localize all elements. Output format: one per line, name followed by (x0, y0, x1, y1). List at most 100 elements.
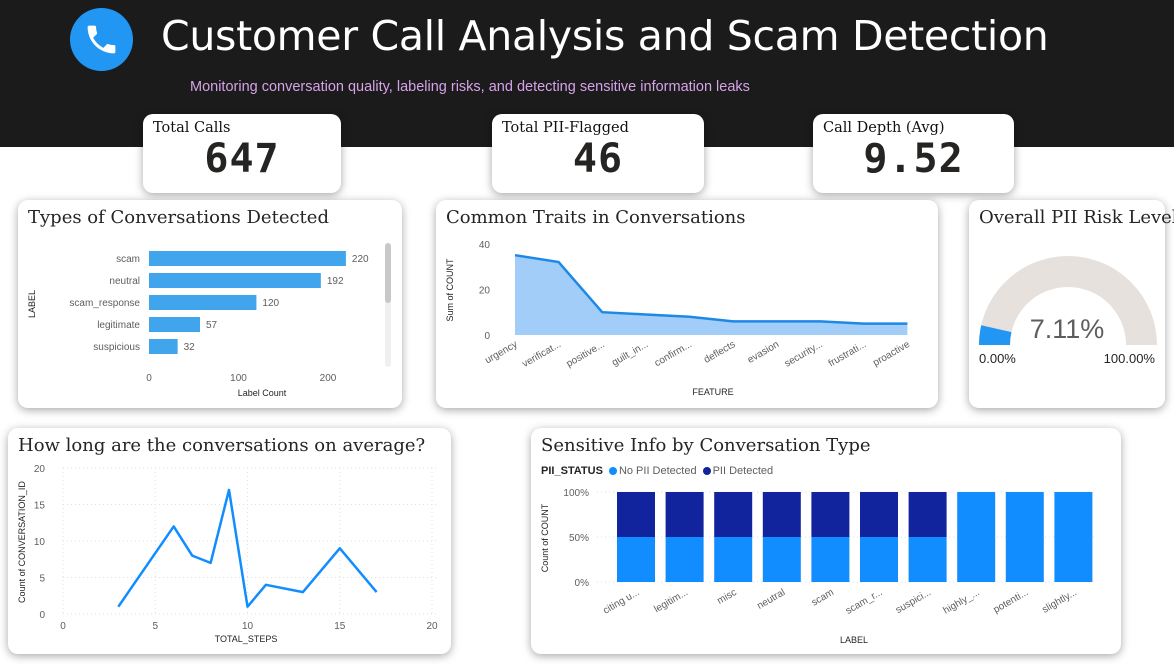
bar[interactable] (149, 273, 321, 288)
kpi-value: 46 (572, 136, 624, 182)
common-traits-card[interactable]: Common Traits in Conversations Sum of CO… (436, 200, 938, 408)
length-line-chart: Count of CONVERSATION_ID TOTAL_STEPS 0 5 1… (17, 464, 438, 644)
bar-no-pii[interactable] (762, 537, 801, 582)
page-subtitle: Monitoring conversation quality, labelin… (190, 79, 750, 95)
y-axis-title: Count of COUNT (540, 503, 550, 572)
y-tick-label: 5 (39, 574, 45, 585)
y-tick-label: 0% (575, 578, 590, 589)
page-title: Customer Call Analysis and Scam Detectio… (161, 12, 1049, 60)
bar-no-pii[interactable] (1005, 492, 1044, 582)
data-label: 32 (184, 342, 196, 353)
x-tick-label: deflects (702, 339, 737, 366)
x-axis-title: FEATURE (692, 387, 733, 397)
x-tick-label: 0 (60, 621, 66, 632)
bar-no-pii[interactable] (908, 537, 947, 582)
x-axis-title: Label Count (238, 388, 287, 398)
kpi-card-call-depth[interactable]: Call Depth (Avg) 9.52 (813, 114, 1014, 193)
y-tick-label: scam (116, 254, 140, 265)
x-axis-title: TOTAL_STEPS (215, 634, 278, 644)
x-tick-label: positive... (565, 339, 607, 370)
x-tick-label: proactive (871, 339, 912, 369)
traits-area-chart: Sum of COUNT FEATURE 0 20 40 urgency verific… (445, 240, 912, 397)
bar-no-pii[interactable] (1054, 492, 1093, 582)
pii-risk-gauge-card[interactable]: Overall PII Risk Level 7.11% 0.00% 100.0… (969, 200, 1174, 408)
x-tick-label: neutral (755, 587, 787, 612)
y-tick-label: 20 (34, 464, 46, 475)
kpi-label: Call Depth (Avg) (823, 120, 945, 136)
x-axis-title: LABEL (840, 635, 868, 645)
phone-icon (70, 8, 133, 71)
bar-pii[interactable] (762, 492, 801, 537)
y-tick-label: 100% (563, 488, 589, 499)
y-tick-label: neutral (109, 276, 140, 287)
data-label: 57 (206, 320, 218, 331)
scrollbar-thumb[interactable] (385, 243, 391, 303)
bar-pii[interactable] (714, 492, 753, 537)
y-axis-title: Sum of COUNT (445, 258, 455, 322)
bar-pii[interactable] (908, 492, 947, 537)
kpi-card-total-calls[interactable]: Total Calls 647 (143, 114, 341, 193)
data-label: 220 (352, 254, 369, 265)
y-tick-label: 20 (479, 285, 491, 296)
x-tick-label: legitim... (652, 587, 690, 615)
x-tick-label: scam (810, 587, 836, 608)
x-tick-label: highly_... (942, 587, 982, 617)
x-tick-label: confirm... (653, 339, 694, 369)
x-tick-label: 5 (152, 621, 158, 632)
y-tick-label: suspicious (93, 342, 140, 353)
y-axis-title: LABEL (27, 290, 37, 318)
bar-no-pii[interactable] (617, 537, 655, 582)
x-tick-label: guilt_in... (610, 339, 650, 369)
gauge-value: 7.11% (1030, 314, 1105, 344)
x-tick-label: suspici... (894, 587, 933, 616)
conversation-length-card[interactable]: How long are the conversations on averag… (8, 428, 451, 654)
data-label: 120 (262, 298, 279, 309)
kpi-label: Total Calls (153, 120, 231, 136)
types-of-conversations-card[interactable]: Types of Conversations Detected LABEL La… (18, 200, 402, 408)
y-tick-label: scam_response (69, 298, 140, 309)
x-tick-label: 0 (146, 373, 152, 384)
sensitive-info-card[interactable]: Sensitive Info by Conversation Type PII_… (531, 428, 1121, 654)
x-tick-label: frustrati... (827, 339, 869, 369)
y-tick-label: 0 (39, 610, 45, 621)
bar-no-pii[interactable] (665, 537, 704, 582)
bar-pii[interactable] (860, 492, 898, 537)
bar-no-pii[interactable] (860, 537, 898, 582)
bar-no-pii[interactable] (957, 492, 996, 582)
kpi-card-total-pii-flagged[interactable]: Total PII-Flagged 46 (492, 114, 704, 193)
data-label: 192 (327, 276, 344, 287)
bar[interactable] (149, 317, 201, 332)
bar-pii[interactable] (665, 492, 704, 537)
bar-no-pii[interactable] (714, 537, 753, 582)
x-tick-label: citing u... (601, 587, 641, 617)
bar-pii[interactable] (617, 492, 655, 537)
sensitive-stacked-bar-chart: Count of COUNT LABEL 0% 50% 100% citing u..… (540, 488, 1097, 645)
x-tick-label: verificat... (521, 339, 564, 370)
x-tick-label: urgency (483, 339, 519, 366)
x-tick-label: 15 (334, 621, 346, 632)
bar[interactable] (149, 295, 257, 310)
x-tick-label: misc (715, 587, 738, 607)
bar[interactable] (149, 339, 178, 354)
bar-no-pii[interactable] (811, 537, 850, 582)
x-tick-label: security... (783, 339, 825, 370)
kpi-label: Total PII-Flagged (502, 120, 629, 136)
y-tick-label: 0 (484, 331, 490, 342)
gauge-max-label: 100.00% (1104, 351, 1156, 366)
y-tick-label: legitimate (97, 320, 140, 331)
y-tick-label: 50% (569, 533, 589, 544)
bar-pii[interactable] (811, 492, 850, 537)
x-tick-label: potenti... (992, 587, 1031, 616)
kpi-value: 9.52 (863, 136, 964, 182)
dashboard: Customer Call Analysis and Scam Detectio… (0, 0, 1174, 664)
gauge-min-label: 0.00% (979, 351, 1016, 366)
bar[interactable] (149, 251, 346, 266)
x-tick-label: 10 (242, 621, 254, 632)
y-axis-title: Count of CONVERSATION_ID (17, 481, 27, 603)
x-tick-label: 200 (320, 373, 337, 384)
y-tick-label: 40 (479, 240, 491, 251)
x-tick-label: evasion (746, 339, 781, 366)
x-tick-label: 20 (426, 621, 438, 632)
y-tick-label: 15 (34, 501, 46, 512)
kpi-value: 647 (204, 136, 280, 182)
